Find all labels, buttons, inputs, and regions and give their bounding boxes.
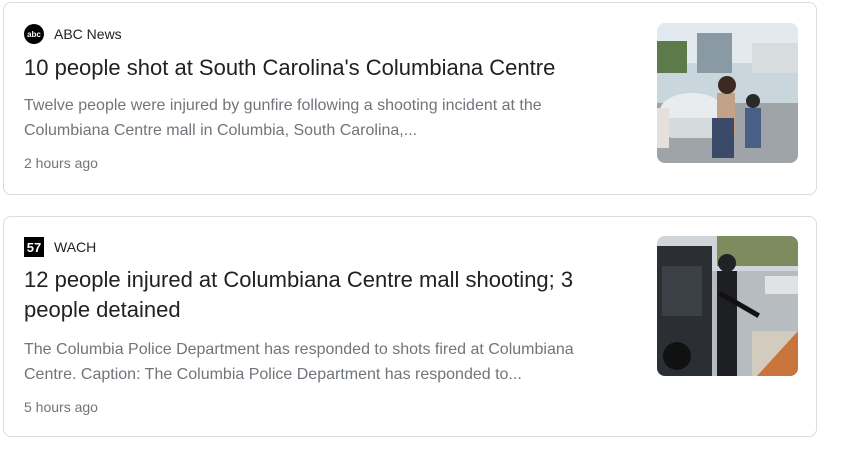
wach-57-logo-icon: 57 xyxy=(24,237,44,257)
news-source: abc ABC News xyxy=(24,24,122,44)
svg-text:57: 57 xyxy=(27,240,41,255)
source-name: ABC News xyxy=(54,26,122,42)
article-snippet: The Columbia Police Department has respo… xyxy=(24,341,574,383)
news-source: 57 WACH xyxy=(24,237,96,257)
timestamp: 5 hours ago xyxy=(24,399,98,415)
news-result-card[interactable]: 57 WACH 12 people injured at Columbiana … xyxy=(3,216,817,437)
source-name: WACH xyxy=(54,239,97,255)
svg-text:abc: abc xyxy=(27,30,41,39)
headline-link[interactable]: 12 people injured at Columbiana Centre m… xyxy=(24,265,624,325)
news-results-feed: abc ABC News 10 people shot at South Car… xyxy=(0,0,844,449)
article-thumbnail[interactable] xyxy=(657,236,798,376)
article-snippet: Twelve people were injured by gunfire fo… xyxy=(24,97,542,139)
timestamp: 2 hours ago xyxy=(24,155,98,171)
abc-news-logo-icon: abc xyxy=(24,24,44,44)
article-thumbnail[interactable] xyxy=(657,23,798,163)
news-result-card[interactable]: abc ABC News 10 people shot at South Car… xyxy=(3,2,817,195)
headline-link[interactable]: 10 people shot at South Carolina's Colum… xyxy=(24,53,624,83)
